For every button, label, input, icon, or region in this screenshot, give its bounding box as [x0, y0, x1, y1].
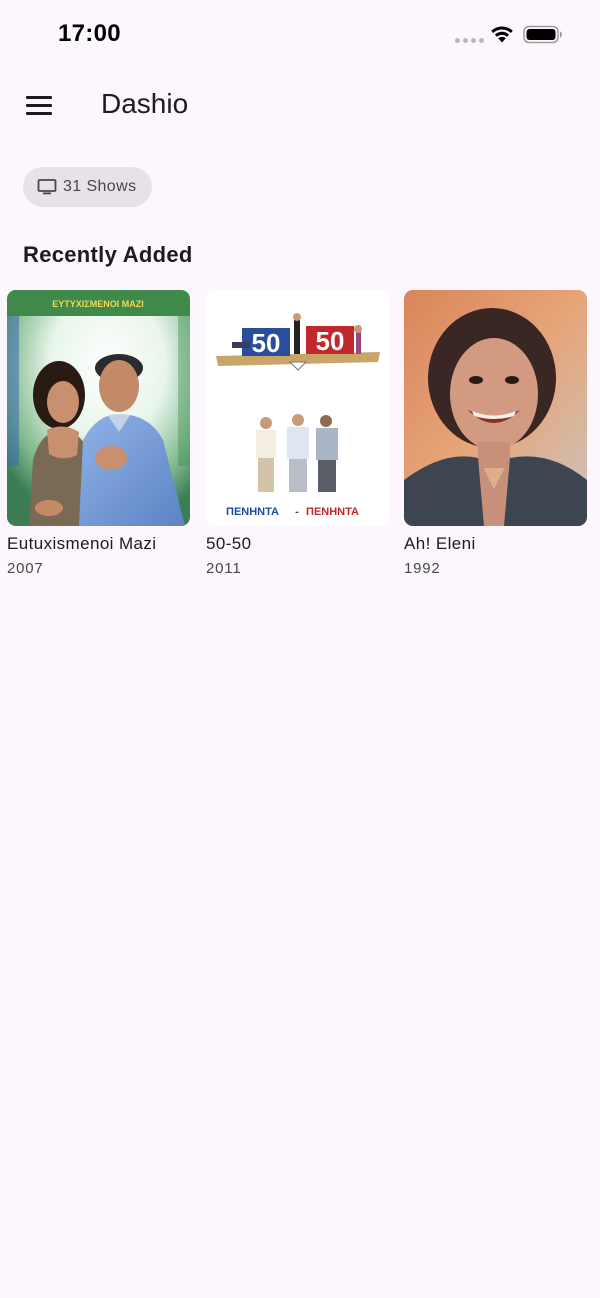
- hamburger-menu-icon[interactable]: [26, 96, 54, 116]
- show-title: Ah! Eleni: [404, 534, 476, 553]
- status-time: 17:00: [58, 20, 121, 47]
- poster-logo-left: 50: [252, 328, 281, 358]
- wifi-icon: [491, 26, 513, 43]
- poster-logo-text: ΕΥΤΥΧΙΣΜΕΝΟΙ ΜΑΖΙ: [52, 299, 143, 309]
- poster-logo-right: 50: [316, 326, 345, 356]
- poster-caption-sep: -: [295, 506, 299, 518]
- battery-icon: [523, 25, 562, 44]
- shows-count-chip[interactable]: 31 Shows: [23, 167, 152, 207]
- cellular-signal-icon: [455, 38, 484, 43]
- app-title: Dashio: [101, 88, 189, 119]
- show-year: 2007: [7, 560, 44, 577]
- poster-caption-right: ΠΕΝΗΝΤΑ: [306, 506, 359, 518]
- show-poster: 50 50 ΠΕΝΗΝΤΑ - ΠΕΝΗΝΤΑ: [206, 290, 389, 526]
- poster-caption-left: ΠΕΝΗΝΤΑ: [226, 506, 279, 518]
- tv-icon: [37, 179, 57, 195]
- show-card-eutuxismenoi-mazi[interactable]: ΕΥΤΥΧΙΣΜΕΝΟΙ ΜΑΖΙ Eutuxismenoi Mazi 2007: [7, 290, 190, 577]
- show-card-ah-eleni[interactable]: Ah! Eleni 1992: [404, 290, 587, 577]
- app-bar: Dashio: [0, 68, 600, 144]
- show-title: 50-50: [206, 534, 252, 553]
- show-year: 1992: [404, 560, 441, 577]
- chip-label: 31 Shows: [63, 178, 137, 195]
- section-title-recently-added: Recently Added: [23, 242, 193, 267]
- status-bar: 17:00: [0, 0, 600, 68]
- show-title: Eutuxismenoi Mazi: [7, 534, 157, 553]
- show-card-50-50[interactable]: 50 50 ΠΕΝΗΝΤΑ - ΠΕΝΗΝΤΑ 50-50 2011: [206, 290, 389, 577]
- show-poster: ΕΥΤΥΧΙΣΜΕΝΟΙ ΜΑΖΙ: [7, 290, 190, 526]
- show-year: 2011: [206, 560, 242, 577]
- show-poster: [404, 290, 587, 526]
